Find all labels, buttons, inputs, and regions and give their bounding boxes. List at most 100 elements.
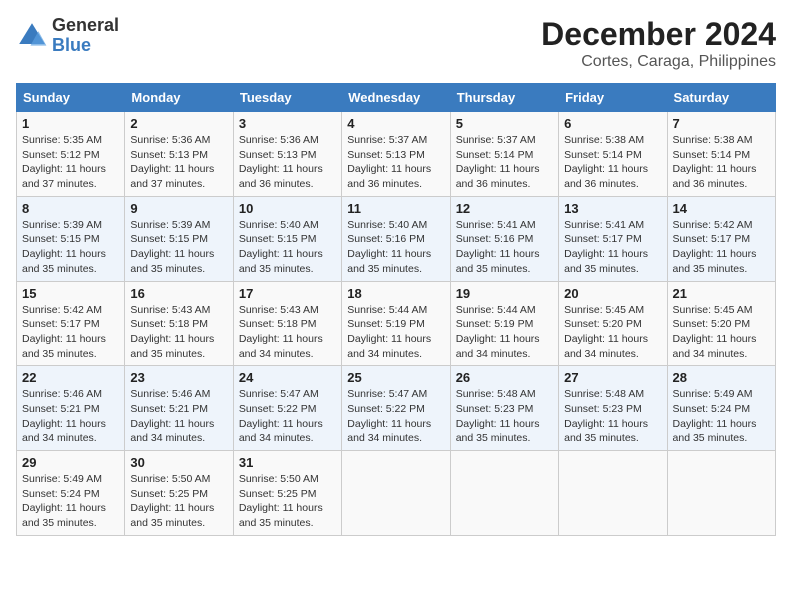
calendar-cell: 15 Sunrise: 5:42 AM Sunset: 5:17 PM Dayli… xyxy=(17,281,125,366)
calendar-cell: 13 Sunrise: 5:41 AM Sunset: 5:17 PM Dayli… xyxy=(559,196,667,281)
day-number: 3 xyxy=(239,116,336,131)
day-info: Sunrise: 5:35 AM Sunset: 5:12 PM Dayligh… xyxy=(22,133,119,192)
day-number: 5 xyxy=(456,116,553,131)
calendar-cell: 22 Sunrise: 5:46 AM Sunset: 5:21 PM Dayli… xyxy=(17,366,125,451)
day-info: Sunrise: 5:36 AM Sunset: 5:13 PM Dayligh… xyxy=(130,133,227,192)
day-info: Sunrise: 5:37 AM Sunset: 5:13 PM Dayligh… xyxy=(347,133,444,192)
day-info: Sunrise: 5:44 AM Sunset: 5:19 PM Dayligh… xyxy=(456,303,553,362)
page-title: December 2024 xyxy=(541,16,776,53)
weekday-header-wednesday: Wednesday xyxy=(342,84,450,112)
calendar-cell: 12 Sunrise: 5:41 AM Sunset: 5:16 PM Dayli… xyxy=(450,196,558,281)
day-info: Sunrise: 5:39 AM Sunset: 5:15 PM Dayligh… xyxy=(22,218,119,277)
calendar-cell: 8 Sunrise: 5:39 AM Sunset: 5:15 PM Daylig… xyxy=(17,196,125,281)
calendar-cell: 6Sunrise: 5:38 AM Sunset: 5:14 PM Daylig… xyxy=(559,112,667,197)
day-info: Sunrise: 5:46 AM Sunset: 5:21 PM Dayligh… xyxy=(22,387,119,446)
calendar-cell: 24Sunrise: 5:47 AM Sunset: 5:22 PM Dayli… xyxy=(233,366,341,451)
calendar-cell: 25 Sunrise: 5:47 AM Sunset: 5:22 PM Dayli… xyxy=(342,366,450,451)
calendar-cell: 10 Sunrise: 5:40 AM Sunset: 5:15 PM Dayli… xyxy=(233,196,341,281)
calendar-table: SundayMondayTuesdayWednesdayThursdayFrid… xyxy=(16,83,776,536)
day-info: Sunrise: 5:43 AM Sunset: 5:18 PM Dayligh… xyxy=(239,303,336,362)
day-number: 12 xyxy=(456,201,553,216)
calendar-cell xyxy=(667,451,775,536)
day-number: 22 xyxy=(22,370,119,385)
day-info: Sunrise: 5:47 AM Sunset: 5:22 PM Dayligh… xyxy=(347,387,444,446)
calendar-cell: 21Sunrise: 5:45 AM Sunset: 5:20 PM Dayli… xyxy=(667,281,775,366)
day-number: 18 xyxy=(347,286,444,301)
day-number: 14 xyxy=(673,201,770,216)
calendar-cell: 23 Sunrise: 5:46 AM Sunset: 5:21 PM Dayli… xyxy=(125,366,233,451)
day-info: Sunrise: 5:42 AM Sunset: 5:17 PM Dayligh… xyxy=(673,218,770,277)
day-info: Sunrise: 5:48 AM Sunset: 5:23 PM Dayligh… xyxy=(564,387,661,446)
weekday-header-sunday: Sunday xyxy=(17,84,125,112)
day-info: Sunrise: 5:48 AM Sunset: 5:23 PM Dayligh… xyxy=(456,387,553,446)
calendar-cell: 9 Sunrise: 5:39 AM Sunset: 5:15 PM Daylig… xyxy=(125,196,233,281)
calendar-cell: 20 Sunrise: 5:45 AM Sunset: 5:20 PM Dayli… xyxy=(559,281,667,366)
day-number: 23 xyxy=(130,370,227,385)
calendar-cell: 28Sunrise: 5:49 AM Sunset: 5:24 PM Dayli… xyxy=(667,366,775,451)
day-info: Sunrise: 5:38 AM Sunset: 5:14 PM Dayligh… xyxy=(673,133,770,192)
calendar-cell: 11 Sunrise: 5:40 AM Sunset: 5:16 PM Dayli… xyxy=(342,196,450,281)
day-info: Sunrise: 5:37 AM Sunset: 5:14 PM Dayligh… xyxy=(456,133,553,192)
calendar-cell: 1Sunrise: 5:35 AM Sunset: 5:12 PM Daylig… xyxy=(17,112,125,197)
day-info: Sunrise: 5:39 AM Sunset: 5:15 PM Dayligh… xyxy=(130,218,227,277)
logo-line2: Blue xyxy=(52,36,119,56)
day-info: Sunrise: 5:45 AM Sunset: 5:20 PM Dayligh… xyxy=(564,303,661,362)
calendar-cell xyxy=(450,451,558,536)
day-info: Sunrise: 5:36 AM Sunset: 5:13 PM Dayligh… xyxy=(239,133,336,192)
day-number: 19 xyxy=(456,286,553,301)
day-info: Sunrise: 5:50 AM Sunset: 5:25 PM Dayligh… xyxy=(130,472,227,531)
day-number: 4 xyxy=(347,116,444,131)
day-number: 31 xyxy=(239,455,336,470)
day-number: 11 xyxy=(347,201,444,216)
calendar-cell xyxy=(342,451,450,536)
calendar-cell: 14 Sunrise: 5:42 AM Sunset: 5:17 PM Dayli… xyxy=(667,196,775,281)
day-info: Sunrise: 5:43 AM Sunset: 5:18 PM Dayligh… xyxy=(130,303,227,362)
logo: General Blue xyxy=(16,16,119,56)
calendar-cell: 4 Sunrise: 5:37 AM Sunset: 5:13 PM Daylig… xyxy=(342,112,450,197)
calendar-week-row: 1Sunrise: 5:35 AM Sunset: 5:12 PM Daylig… xyxy=(17,112,776,197)
calendar-cell: 29 Sunrise: 5:49 AM Sunset: 5:24 PM Dayli… xyxy=(17,451,125,536)
day-number: 20 xyxy=(564,286,661,301)
calendar-cell: 26 Sunrise: 5:48 AM Sunset: 5:23 PM Dayli… xyxy=(450,366,558,451)
day-info: Sunrise: 5:46 AM Sunset: 5:21 PM Dayligh… xyxy=(130,387,227,446)
calendar-cell: 31 Sunrise: 5:50 AM Sunset: 5:25 PM Dayli… xyxy=(233,451,341,536)
calendar-cell: 30 Sunrise: 5:50 AM Sunset: 5:25 PM Dayli… xyxy=(125,451,233,536)
day-info: Sunrise: 5:44 AM Sunset: 5:19 PM Dayligh… xyxy=(347,303,444,362)
day-number: 10 xyxy=(239,201,336,216)
day-info: Sunrise: 5:50 AM Sunset: 5:25 PM Dayligh… xyxy=(239,472,336,531)
title-area: December 2024 Cortes, Caraga, Philippine… xyxy=(541,16,776,71)
day-info: Sunrise: 5:45 AM Sunset: 5:20 PM Dayligh… xyxy=(673,303,770,362)
weekday-header-thursday: Thursday xyxy=(450,84,558,112)
day-info: Sunrise: 5:49 AM Sunset: 5:24 PM Dayligh… xyxy=(22,472,119,531)
day-info: Sunrise: 5:41 AM Sunset: 5:17 PM Dayligh… xyxy=(564,218,661,277)
day-number: 29 xyxy=(22,455,119,470)
day-number: 15 xyxy=(22,286,119,301)
day-number: 24 xyxy=(239,370,336,385)
day-number: 30 xyxy=(130,455,227,470)
weekday-header-tuesday: Tuesday xyxy=(233,84,341,112)
calendar-week-row: 15 Sunrise: 5:42 AM Sunset: 5:17 PM Dayli… xyxy=(17,281,776,366)
page-subtitle: Cortes, Caraga, Philippines xyxy=(541,53,776,71)
calendar-cell: 19 Sunrise: 5:44 AM Sunset: 5:19 PM Dayli… xyxy=(450,281,558,366)
day-number: 17 xyxy=(239,286,336,301)
calendar-cell: 3 Sunrise: 5:36 AM Sunset: 5:13 PM Daylig… xyxy=(233,112,341,197)
day-number: 6 xyxy=(564,116,661,131)
calendar-cell: 7Sunrise: 5:38 AM Sunset: 5:14 PM Daylig… xyxy=(667,112,775,197)
logo-icon xyxy=(16,20,48,52)
day-info: Sunrise: 5:40 AM Sunset: 5:16 PM Dayligh… xyxy=(347,218,444,277)
day-number: 27 xyxy=(564,370,661,385)
day-info: Sunrise: 5:41 AM Sunset: 5:16 PM Dayligh… xyxy=(456,218,553,277)
day-number: 26 xyxy=(456,370,553,385)
day-number: 9 xyxy=(130,201,227,216)
calendar-cell xyxy=(559,451,667,536)
day-number: 28 xyxy=(673,370,770,385)
calendar-cell: 18 Sunrise: 5:44 AM Sunset: 5:19 PM Dayli… xyxy=(342,281,450,366)
day-info: Sunrise: 5:42 AM Sunset: 5:17 PM Dayligh… xyxy=(22,303,119,362)
day-number: 8 xyxy=(22,201,119,216)
day-number: 13 xyxy=(564,201,661,216)
day-number: 25 xyxy=(347,370,444,385)
calendar-week-row: 22 Sunrise: 5:46 AM Sunset: 5:21 PM Dayli… xyxy=(17,366,776,451)
calendar-cell: 2Sunrise: 5:36 AM Sunset: 5:13 PM Daylig… xyxy=(125,112,233,197)
day-info: Sunrise: 5:40 AM Sunset: 5:15 PM Dayligh… xyxy=(239,218,336,277)
day-number: 16 xyxy=(130,286,227,301)
